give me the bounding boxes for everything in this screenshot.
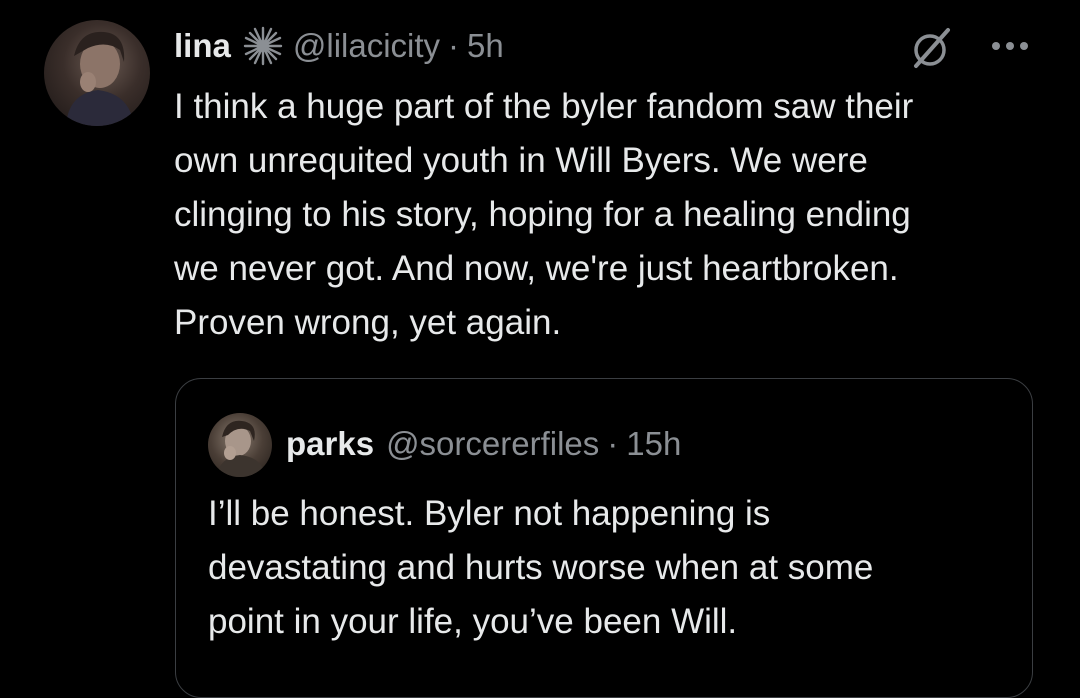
quoted-display-name[interactable]: parks — [286, 425, 374, 463]
grok-icon[interactable] — [908, 24, 956, 72]
quoted-tweet[interactable]: parks @sorcererfiles · 15h I’ll be hones… — [175, 378, 1033, 698]
tweet-text-line: Proven wrong, yet again. — [174, 303, 562, 342]
quoted-text-line: I’ll be honest. Byler not happening is — [208, 494, 771, 533]
tweet-timestamp[interactable]: 5h — [467, 27, 504, 65]
quoted-text-line: devastating and hurts worse when at some — [208, 548, 874, 587]
quoted-handle[interactable]: @sorcererfiles — [386, 425, 599, 463]
quoted-author-avatar[interactable] — [208, 413, 272, 477]
tweet-text-line: we never got. And now, we're just heartb… — [174, 249, 899, 288]
author-avatar[interactable] — [44, 20, 150, 126]
author-display-name[interactable]: lina — [174, 27, 231, 65]
tweet[interactable]: lina @lilacicity · 5h I think a huge par… — [0, 0, 1080, 698]
sparkle-icon — [241, 24, 285, 68]
quoted-text-line: point in your life, you’ve been Will. — [208, 602, 738, 641]
tweet-text: I think a huge part of the byler fandom … — [174, 80, 1054, 350]
more-icon[interactable] — [990, 34, 1030, 58]
tweet-text-line: own unrequited youth in Will Byers. We w… — [174, 141, 868, 180]
quoted-timestamp[interactable]: 15h — [626, 425, 681, 463]
quoted-separator-dot: · — [607, 425, 619, 462]
separator-dot: · — [448, 27, 460, 64]
tweet-header: lina @lilacicity · 5h — [174, 22, 504, 70]
tweet-text-line: I think a huge part of the byler fandom … — [174, 87, 914, 126]
quoted-text: I’ll be honest. Byler not happening is d… — [208, 487, 1008, 649]
quoted-header: parks @sorcererfiles · 15h — [286, 419, 681, 469]
author-handle[interactable]: @lilacicity — [293, 27, 440, 65]
tweet-text-line: clinging to his story, hoping for a heal… — [174, 195, 911, 234]
